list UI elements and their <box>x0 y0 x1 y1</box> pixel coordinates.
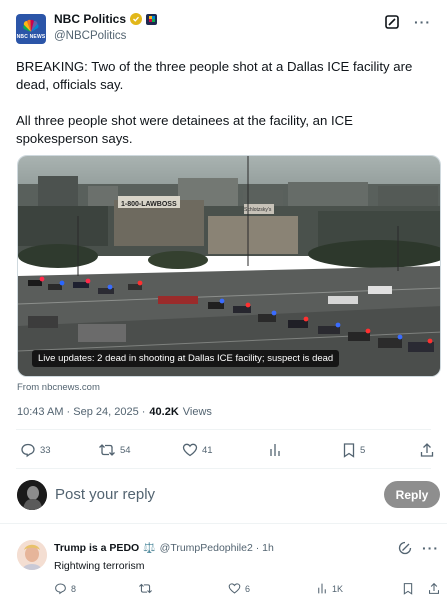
reply-bookmark-action[interactable] <box>402 582 414 595</box>
post-action-bar: 33 54 41 5 <box>16 438 436 464</box>
reply-icon <box>55 583 66 595</box>
views-icon <box>318 583 326 594</box>
reply-avatar[interactable] <box>17 540 47 570</box>
media-caption: Live updates: 2 dead in shooting at Dall… <box>32 350 340 367</box>
reply-like-action[interactable]: 6 <box>228 582 250 595</box>
reply-share-action[interactable] <box>428 582 440 595</box>
reply-reply-action[interactable]: 8 <box>54 582 76 595</box>
post-meta: 10:43 AM · Sep 24, 2025 · 40.2K Views <box>17 406 212 418</box>
reply-count: 33 <box>40 444 51 456</box>
divider-top <box>16 429 431 430</box>
reply-composer: Post your reply Reply <box>0 476 447 524</box>
reply-views-count: 1K <box>332 583 344 594</box>
repost-count: 54 <box>120 444 131 456</box>
avatar-text: NBC NEWS <box>16 33 46 40</box>
author-name[interactable]: NBC Politics <box>54 12 126 26</box>
verified-badge-icon <box>130 13 143 25</box>
bookmark-icon <box>403 583 413 595</box>
reply-repost-action[interactable] <box>138 582 157 595</box>
bookmark-icon <box>343 443 355 458</box>
post-paragraph-2: All three people shot were detainees at … <box>16 113 353 146</box>
like-action[interactable]: 41 <box>182 442 213 458</box>
repost-icon <box>139 583 152 594</box>
post-paragraph-1: BREAKING: Two of the three people shot a… <box>16 59 413 92</box>
divider-bottom <box>16 468 431 469</box>
bookmark-action[interactable]: 5 <box>342 442 365 458</box>
reply-button[interactable]: Reply <box>384 481 440 508</box>
user-avatar[interactable] <box>17 480 47 510</box>
reply-views-action[interactable]: 1K <box>316 582 343 595</box>
bookmark-count: 5 <box>360 444 366 456</box>
reply-more-icon[interactable]: ··· <box>422 540 439 556</box>
aerial-scene-illustration: 1-800-LAWBOSS Schlotzsky's <box>18 156 440 376</box>
post-media-image[interactable]: 1-800-LAWBOSS Schlotzsky's Live updates:… <box>17 155 441 377</box>
grok-icon[interactable] <box>382 12 402 32</box>
like-icon <box>182 443 198 457</box>
repost-icon <box>99 444 115 456</box>
reply-input[interactable]: Post your reply <box>55 486 155 503</box>
billboard-sign-text: 1-800-LAWBOSS <box>121 201 177 208</box>
views-action[interactable] <box>268 442 282 458</box>
reply-action[interactable]: 33 <box>20 442 51 458</box>
repost-action[interactable]: 54 <box>98 442 131 458</box>
share-action[interactable] <box>420 442 434 458</box>
nbc-avatar[interactable]: NBC NEWS <box>16 14 46 44</box>
more-icon[interactable]: ··· <box>414 14 431 30</box>
reply-like-count: 6 <box>245 583 251 594</box>
store-sign-text: Schlotzsky's <box>244 207 272 213</box>
share-icon <box>429 582 439 594</box>
post-body: BREAKING: Two of the three people shot a… <box>16 58 436 166</box>
post-timestamp[interactable]: 10:43 AM · Sep 24, 2025 · <box>17 406 145 418</box>
reply-icon <box>21 443 35 458</box>
views-icon <box>270 444 280 456</box>
like-count: 41 <box>202 444 213 456</box>
views-label: Views <box>182 406 212 418</box>
affiliate-badge-icon[interactable] <box>146 13 158 25</box>
grok-icon[interactable] <box>398 541 412 555</box>
share-icon <box>420 443 434 457</box>
reply-author-name[interactable]: Trump is a PEDO <box>54 542 139 554</box>
reply-author-handle[interactable]: @TrumpPedophile2 · 1h <box>160 542 274 554</box>
scales-icon: ⚖️ <box>143 542 156 554</box>
reply-text: Rightwing terrorism <box>54 560 145 572</box>
reply-reply-count: 8 <box>71 583 77 594</box>
views-count: 40.2K <box>149 406 179 418</box>
like-icon <box>228 583 241 594</box>
author-handle[interactable]: @NBCPolitics <box>54 30 126 42</box>
reply-action-bar: 8 6 1K <box>54 582 444 600</box>
post-header: NBC NEWS NBC Politics @NBCPolitics ··· <box>16 12 431 52</box>
nbc-peacock-icon <box>23 19 39 32</box>
link-source[interactable]: From nbcnews.com <box>17 382 100 393</box>
reply-item[interactable]: Trump is a PEDO ⚖️ @TrumpPedophile2 · 1h… <box>0 532 447 612</box>
